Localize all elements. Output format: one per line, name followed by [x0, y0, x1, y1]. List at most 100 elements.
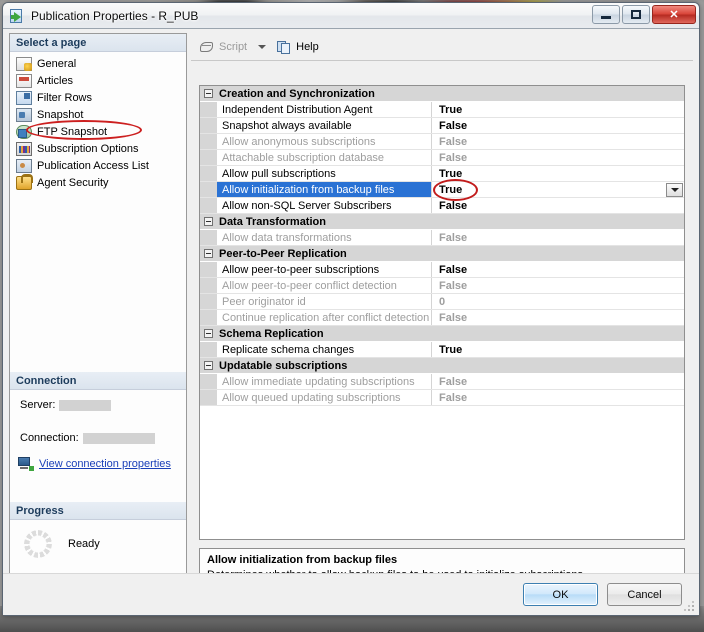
- property-category-row[interactable]: Schema Replication: [200, 326, 684, 342]
- property-name: Allow queued updating subscriptions: [217, 390, 432, 405]
- property-value-dropdown-button[interactable]: [666, 183, 683, 197]
- sidebar-item-label: Subscription Options: [37, 142, 139, 155]
- resize-grip[interactable]: [684, 601, 696, 613]
- property-value[interactable]: True: [432, 182, 684, 197]
- property-row-gutter: [200, 134, 217, 149]
- collapse-expander-icon[interactable]: [204, 361, 213, 370]
- property-row[interactable]: Allow peer-to-peer conflict detection Fal…: [200, 278, 684, 294]
- collapse-expander-icon[interactable]: [204, 249, 213, 258]
- property-value[interactable]: False: [432, 262, 684, 277]
- property-value-text: True: [439, 343, 463, 356]
- property-category-row[interactable]: Updatable subscriptions: [200, 358, 684, 374]
- property-value-text: False: [439, 375, 468, 388]
- property-value-text: False: [439, 391, 468, 404]
- property-name: Attachable subscription database: [217, 150, 432, 165]
- sidebar-item-snapshot[interactable]: Snapshot: [10, 106, 186, 123]
- ftp-snapshot-icon: [16, 124, 32, 139]
- property-value-text: False: [439, 151, 468, 164]
- connection-header: Connection: [10, 372, 186, 390]
- progress-row: Ready: [10, 520, 186, 558]
- sidebar-item-ftp-snapshot[interactable]: FTP Snapshot: [10, 123, 186, 140]
- property-value[interactable]: False: [432, 134, 684, 149]
- property-value[interactable]: False: [432, 198, 684, 213]
- property-value[interactable]: False: [432, 374, 684, 389]
- script-button[interactable]: Script: [195, 36, 252, 58]
- property-row-gutter: [200, 310, 217, 325]
- page-list: General Articles Filter Rows Snapshot FTP Sn…: [10, 52, 186, 191]
- property-value[interactable]: True: [432, 166, 684, 181]
- property-row[interactable]: Allow immediate updating subscriptions Fa…: [200, 374, 684, 390]
- property-name: Allow pull subscriptions: [217, 166, 432, 181]
- property-row[interactable]: Independent Distribution Agent True: [200, 102, 684, 118]
- publication-icon: [9, 8, 25, 24]
- property-value[interactable]: False: [432, 230, 684, 245]
- property-name: Allow non-SQL Server Subscribers: [217, 198, 432, 213]
- property-value-text: False: [439, 311, 468, 324]
- collapse-expander-icon[interactable]: [204, 217, 213, 226]
- property-row[interactable]: Allow anonymous subscriptions False: [200, 134, 684, 150]
- chevron-down-icon: [670, 188, 679, 192]
- sidebar-item-label: General: [37, 57, 77, 70]
- property-row-gutter: [200, 374, 217, 389]
- sidebar-item-articles[interactable]: Articles: [10, 72, 186, 89]
- property-row[interactable]: Allow pull subscriptions True: [200, 166, 684, 182]
- view-connection-properties-row[interactable]: View connection properties: [10, 444, 186, 471]
- minimize-button[interactable]: [592, 5, 620, 24]
- close-button[interactable]: ✕: [652, 5, 696, 24]
- property-value[interactable]: True: [432, 342, 684, 357]
- sidebar-item-publication-access-list[interactable]: Publication Access List: [10, 157, 186, 174]
- access-list-icon: [16, 158, 32, 173]
- property-value[interactable]: False: [432, 390, 684, 405]
- script-dropdown-chevron-down-icon[interactable]: [258, 44, 267, 49]
- property-value[interactable]: False: [432, 310, 684, 325]
- help-label: Help: [296, 40, 319, 53]
- property-row-gutter: [200, 230, 217, 245]
- property-row-gutter: [200, 182, 217, 197]
- property-row-gutter: [200, 166, 217, 181]
- property-row[interactable]: Attachable subscription database False: [200, 150, 684, 166]
- articles-icon: [16, 73, 32, 88]
- property-category-row[interactable]: Data Transformation: [200, 214, 684, 230]
- dialog-button-bar: OK Cancel: [3, 573, 699, 615]
- sidebar-item-agent-security[interactable]: Agent Security: [10, 173, 186, 191]
- sidebar-item-label: Publication Access List: [37, 159, 149, 172]
- property-value[interactable]: 0: [432, 294, 684, 309]
- property-row[interactable]: Allow peer-to-peer subscriptions False: [200, 262, 684, 278]
- property-row[interactable]: Snapshot always available False: [200, 118, 684, 134]
- collapse-expander-icon[interactable]: [204, 89, 213, 98]
- property-row[interactable]: Allow non-SQL Server Subscribers False: [200, 198, 684, 214]
- general-icon: [16, 56, 32, 71]
- property-name: Allow anonymous subscriptions: [217, 134, 432, 149]
- property-category-label: Updatable subscriptions: [219, 359, 348, 372]
- property-row[interactable]: Peer originator id 0: [200, 294, 684, 310]
- property-row[interactable]: Allow queued updating subscriptions False: [200, 390, 684, 406]
- property-grid[interactable]: Creation and Synchronization Independent …: [199, 85, 685, 540]
- server-label: Server:: [20, 399, 56, 411]
- property-category-row[interactable]: Peer-to-Peer Replication: [200, 246, 684, 262]
- cancel-button[interactable]: Cancel: [607, 583, 682, 606]
- ok-button[interactable]: OK: [523, 583, 598, 606]
- title-bar: Publication Properties - R_PUB ✕: [3, 3, 699, 29]
- collapse-expander-icon[interactable]: [204, 329, 213, 338]
- property-name: Allow initialization from backup files: [217, 182, 432, 197]
- help-button[interactable]: Help: [272, 36, 324, 58]
- sidebar-item-filter-rows[interactable]: Filter Rows: [10, 89, 186, 106]
- property-category-row[interactable]: Creation and Synchronization: [200, 86, 684, 102]
- maximize-button[interactable]: [622, 5, 650, 24]
- property-value-text: True: [439, 103, 463, 116]
- window-controls: ✕: [592, 5, 696, 24]
- property-row[interactable]: Continue replication after conflict dete…: [200, 310, 684, 326]
- view-connection-properties-link[interactable]: View connection properties: [39, 458, 171, 470]
- property-value[interactable]: False: [432, 118, 684, 133]
- property-row[interactable]: Replicate schema changes True: [200, 342, 684, 358]
- property-name: Snapshot always available: [217, 118, 432, 133]
- property-value[interactable]: True: [432, 102, 684, 117]
- property-name: Allow peer-to-peer conflict detection: [217, 278, 432, 293]
- property-row[interactable]: Allow data transformations False: [200, 230, 684, 246]
- property-row[interactable]: Allow initialization from backup files Tr…: [200, 182, 684, 198]
- property-value-text: False: [439, 263, 468, 276]
- property-value[interactable]: False: [432, 150, 684, 165]
- property-value[interactable]: False: [432, 278, 684, 293]
- sidebar-item-subscription-options[interactable]: Subscription Options: [10, 140, 186, 157]
- sidebar-item-general[interactable]: General: [10, 55, 186, 72]
